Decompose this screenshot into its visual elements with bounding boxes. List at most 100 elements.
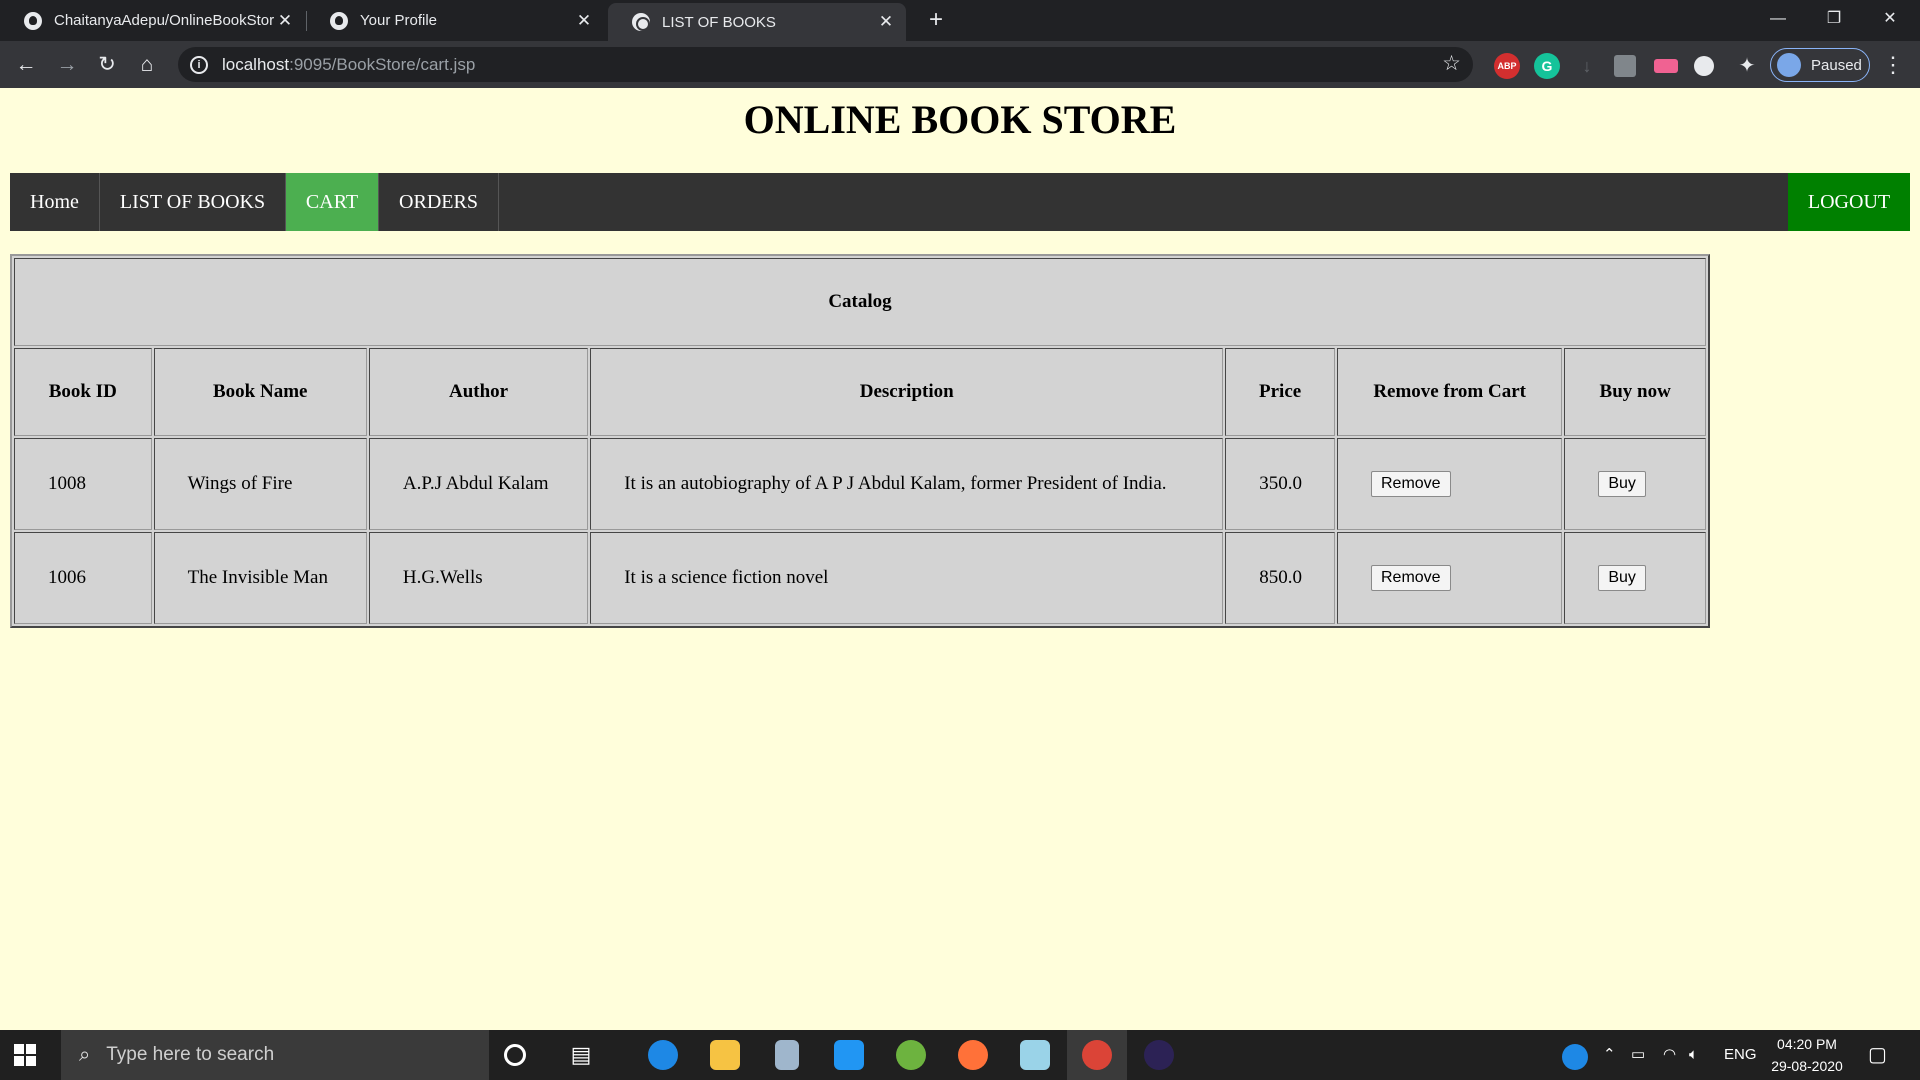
tab-github-repo[interactable]: ChaitanyaAdepu/OnlineBookStor ✕	[0, 0, 305, 41]
github-icon	[330, 11, 348, 30]
nav-list-of-books[interactable]: LIST OF BOOKS	[100, 173, 286, 231]
buy-button[interactable]: Buy	[1598, 471, 1646, 497]
catalog-caption: Catalog	[14, 258, 1706, 346]
help-tray-icon[interactable]	[1562, 1044, 1588, 1070]
table-header-row: Book ID Book Name Author Description Pri…	[14, 348, 1706, 436]
column-header: Book ID	[14, 348, 152, 436]
bookmark-star-icon[interactable]: ☆	[1442, 51, 1461, 76]
column-header: Author	[368, 348, 589, 436]
book-name-cell: The Invisible Man	[153, 532, 367, 624]
wifi-icon[interactable]: ◠	[1663, 1030, 1676, 1080]
tab-title: ChaitanyaAdepu/OnlineBookStor	[54, 12, 275, 29]
table-row: 1006 The Invisible Man H.G.Wells It is a…	[14, 532, 1706, 624]
chrome-icon[interactable]	[1082, 1040, 1112, 1070]
description-cell: It is an autobiography of A P J Abdul Ka…	[590, 438, 1224, 530]
language-indicator[interactable]: ENG	[1724, 1030, 1757, 1080]
browser-tab-bar: ChaitanyaAdepu/OnlineBookStor ✕ Your Pro…	[0, 0, 1920, 41]
forward-arrow-icon[interactable]: →	[51, 49, 83, 81]
show-hidden-icons-chevron-up-icon[interactable]: ⌃	[1603, 1030, 1616, 1080]
vscode-icon[interactable]	[834, 1040, 864, 1070]
tab-title: Your Profile	[360, 12, 437, 29]
column-header: Description	[590, 348, 1224, 436]
author-cell: A.P.J Abdul Kalam	[368, 438, 589, 530]
book-id-cell: 1008	[14, 438, 152, 530]
buy-button[interactable]: Buy	[1598, 565, 1646, 591]
remove-button[interactable]: Remove	[1371, 471, 1451, 497]
task-view-icon[interactable]: ▤	[566, 1040, 596, 1070]
extension-square-icon[interactable]	[1614, 55, 1636, 77]
search-placeholder: Type here to search	[106, 1044, 275, 1065]
profile-button[interactable]: Paused	[1770, 48, 1870, 82]
close-tab-icon[interactable]: ✕	[876, 12, 896, 32]
url-path: :9095/BookStore/cart.jsp	[289, 54, 476, 74]
back-arrow-icon[interactable]: ←	[10, 49, 42, 81]
table-row: 1008 Wings of Fire A.P.J Abdul Kalam It …	[14, 438, 1706, 530]
cortana-icon[interactable]	[504, 1044, 526, 1066]
globe-icon	[632, 13, 650, 31]
nav-cart[interactable]: CART	[286, 173, 379, 231]
address-bar[interactable]: i localhost:9095/BookStore/cart.jsp ☆	[178, 47, 1473, 82]
column-header: Book Name	[153, 348, 367, 436]
tab-title: LIST OF BOOKS	[662, 13, 776, 31]
download-icon[interactable]: ↓	[1574, 53, 1600, 79]
tab-your-profile[interactable]: Your Profile ✕	[306, 0, 604, 41]
column-header: Price	[1225, 348, 1335, 436]
restore-button[interactable]: ❐	[1806, 0, 1862, 41]
close-tab-icon[interactable]: ✕	[574, 11, 594, 31]
nav-orders[interactable]: ORDERS	[379, 173, 499, 231]
reload-icon[interactable]: ↻	[91, 49, 123, 81]
file-explorer-icon[interactable]	[710, 1040, 740, 1070]
tab-list-of-books[interactable]: LIST OF BOOKS ✕	[608, 3, 906, 41]
search-icon: ⌕	[79, 1043, 91, 1066]
nav-home[interactable]: Home	[10, 173, 100, 231]
buy-cell: Buy	[1564, 438, 1706, 530]
main-navigation: Home LIST OF BOOKS CART ORDERS LOGOUT	[10, 173, 1910, 231]
url-text: localhost:9095/BookStore/cart.jsp	[222, 55, 475, 75]
remove-cell: Remove	[1337, 532, 1563, 624]
book-name-cell: Wings of Fire	[153, 438, 367, 530]
adblock-extension-icon[interactable]: ABP	[1494, 53, 1520, 79]
grammarly-extension-icon[interactable]: G	[1534, 53, 1560, 79]
circle-extension-icon[interactable]	[1694, 56, 1714, 76]
price-cell: 350.0	[1225, 438, 1335, 530]
windows-start-icon[interactable]	[14, 1044, 36, 1066]
browser-menu-icon[interactable]: ⋮	[1882, 48, 1904, 82]
nav-logout[interactable]: LOGOUT	[1788, 173, 1910, 231]
new-tab-button[interactable]: +	[922, 6, 950, 34]
volume-icon[interactable]: 🔈︎	[1689, 1030, 1698, 1080]
remove-cell: Remove	[1337, 438, 1563, 530]
clock-time: 04:20 PM	[1777, 1036, 1837, 1052]
edge-browser-icon[interactable]	[648, 1040, 678, 1070]
taskbar-clock[interactable]: 04:20 PM 29-08-2020	[1762, 1033, 1852, 1077]
eclipse-icon[interactable]	[1144, 1040, 1174, 1070]
author-cell: H.G.Wells	[368, 532, 589, 624]
window-close-button[interactable]: ✕	[1862, 0, 1918, 41]
description-cell: It is a science fiction novel	[590, 532, 1224, 624]
minimize-button[interactable]: —	[1750, 0, 1806, 41]
spring-tool-icon[interactable]	[896, 1040, 926, 1070]
price-cell: 850.0	[1225, 532, 1335, 624]
battery-icon[interactable]: ▭	[1631, 1030, 1645, 1080]
extensions-puzzle-icon[interactable]: ✦	[1734, 53, 1760, 79]
profile-status: Paused	[1811, 56, 1862, 74]
column-header: Remove from Cart	[1337, 348, 1563, 436]
close-tab-icon[interactable]: ✕	[275, 11, 295, 31]
cart-table: Catalog Book ID Book Name Author Descrip…	[10, 254, 1710, 628]
taskbar-search-input[interactable]: ⌕ Type here to search	[61, 1030, 489, 1080]
home-icon[interactable]: ⌂	[131, 49, 163, 81]
database-app-icon[interactable]	[775, 1040, 799, 1070]
site-info-icon[interactable]: i	[190, 55, 208, 74]
url-host: localhost	[222, 54, 290, 74]
video-extension-icon[interactable]	[1654, 59, 1678, 73]
firefox-icon[interactable]	[958, 1040, 988, 1070]
notifications-icon[interactable]: ▢	[1868, 1030, 1887, 1080]
page-title: ONLINE BOOK STORE	[743, 97, 1177, 142]
book-id-cell: 1006	[14, 532, 152, 624]
remove-button[interactable]: Remove	[1371, 565, 1451, 591]
clock-date: 29-08-2020	[1771, 1058, 1843, 1074]
buy-cell: Buy	[1564, 532, 1706, 624]
github-icon	[24, 11, 42, 30]
notes-app-icon[interactable]	[1020, 1040, 1050, 1070]
column-header: Buy now	[1564, 348, 1706, 436]
avatar	[1777, 53, 1801, 77]
